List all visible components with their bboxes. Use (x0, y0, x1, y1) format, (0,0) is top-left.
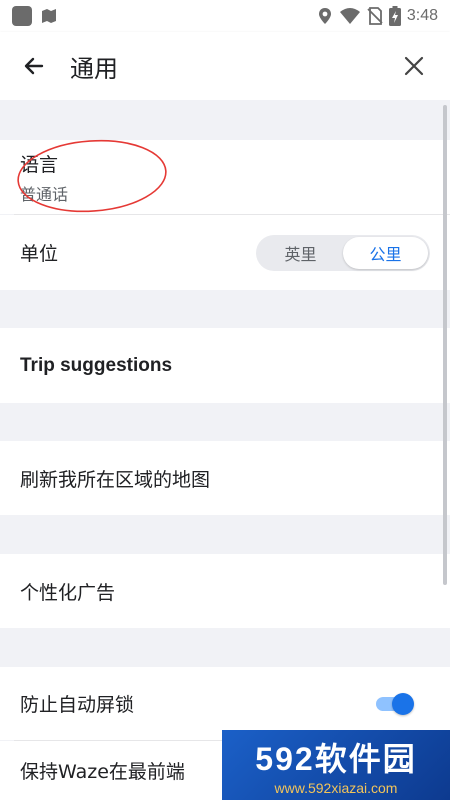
app-notification-icon (12, 6, 32, 26)
page-title: 通用 (70, 54, 118, 83)
arrow-left-icon (24, 57, 44, 75)
section-gap (0, 515, 450, 554)
language-row[interactable]: 语言 普通话 (0, 140, 450, 214)
section-gap (0, 290, 450, 328)
trip-suggestions-row[interactable]: Trip suggestions (0, 328, 450, 403)
refresh-map-row[interactable]: 刷新我所在区域的地图 (0, 441, 450, 515)
prevent-auto-lock-label: 防止自动屏锁 (20, 694, 135, 716)
map-notification-icon (42, 9, 56, 23)
close-icon (404, 56, 424, 76)
watermark-url: www.592xiazai.com (274, 780, 398, 796)
prevent-auto-lock-toggle[interactable] (376, 692, 416, 715)
location-icon (318, 8, 331, 24)
site-watermark: 592软件园 www.592xiazai.com (222, 730, 450, 800)
section-gap (0, 628, 450, 667)
refresh-map-label: 刷新我所在区域的地图 (20, 468, 211, 491)
no-sim-icon (367, 7, 383, 25)
close-button[interactable] (392, 44, 436, 88)
personalized-ads-row[interactable]: 个性化广告 (0, 554, 450, 628)
section-gap (0, 403, 450, 441)
unit-row: 单位 英里 公里 (0, 215, 450, 290)
scrollbar[interactable] (443, 105, 447, 585)
status-time: 3:48 (406, 7, 438, 24)
watermark-logo: 592软件园 (255, 741, 417, 777)
personalized-ads-label: 个性化广告 (20, 581, 116, 604)
battery-charging-icon (388, 6, 401, 26)
status-bar: 3:48 (0, 0, 450, 32)
toggle-thumb (392, 692, 414, 715)
back-button[interactable] (12, 44, 56, 88)
section-gap (0, 100, 450, 140)
language-label: 语言 (20, 153, 59, 176)
unit-option-km[interactable]: 公里 (343, 236, 428, 269)
language-value: 普通话 (20, 184, 69, 204)
unit-segmented-control: 英里 公里 (256, 234, 430, 271)
wifi-icon (339, 8, 360, 24)
trip-suggestions-label: Trip suggestions (20, 354, 173, 376)
keep-waze-on-top-label: 保持Waze在最前端 (20, 761, 185, 783)
unit-label: 单位 (20, 243, 59, 265)
unit-option-miles[interactable]: 英里 (258, 237, 343, 269)
app-bar: 通用 (0, 32, 450, 100)
